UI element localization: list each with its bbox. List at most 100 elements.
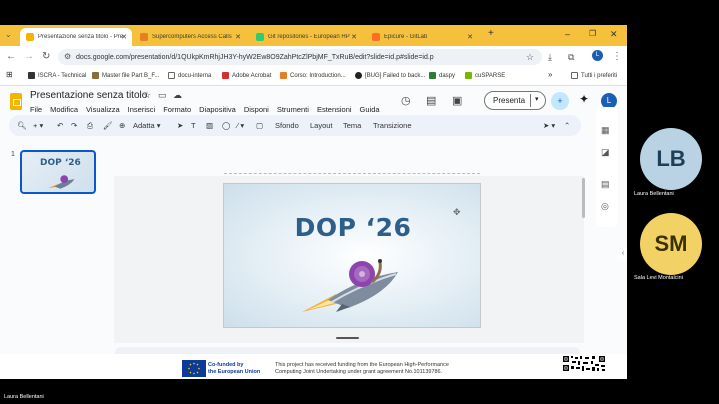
close-tab-icon[interactable]: ✕: [467, 33, 473, 41]
bookmark-item[interactable]: [BUG] Failed to back...: [355, 72, 425, 79]
back-arrow-icon[interactable]: ←: [6, 51, 16, 63]
tab-search-icon[interactable]: ⌄: [5, 29, 12, 41]
minimize-icon[interactable]: –: [565, 28, 570, 40]
site-info-icon[interactable]: ⚙: [64, 52, 71, 61]
close-tab-icon[interactable]: ✕: [121, 33, 127, 41]
history-icon[interactable]: ◷: [401, 94, 411, 107]
calendar-icon[interactable]: ▦: [601, 125, 610, 136]
funding-line-2: Computing Joint Undertaking under grant …: [275, 369, 443, 375]
comment-icon[interactable]: ▢: [256, 120, 263, 131]
undo-icon[interactable]: ↶: [57, 120, 63, 131]
pointer-mode-icon[interactable]: ➤ ▾: [543, 120, 555, 131]
download-icon[interactable]: ⤓: [548, 51, 552, 63]
google-slides-logo[interactable]: [10, 93, 22, 110]
close-window-icon[interactable]: ✕: [610, 28, 618, 40]
paint-format-icon[interactable]: 🖌︎: [103, 120, 113, 131]
line-icon[interactable]: ∕ ▾: [237, 120, 244, 131]
move-folder-icon[interactable]: ▭: [158, 90, 167, 101]
comments-icon[interactable]: ▤: [426, 94, 436, 107]
rocket-snail-illustration[interactable]: [302, 252, 402, 314]
print-icon[interactable]: ⎙: [87, 120, 93, 131]
bookmark-item[interactable]: Adobe Acrobat: [222, 72, 271, 79]
expand-side-panel-icon[interactable]: ‹: [617, 248, 627, 260]
profile-avatar[interactable]: L: [592, 50, 603, 61]
new-slide-icon[interactable]: + ▾: [33, 120, 43, 131]
bookmark-star-icon[interactable]: ☆: [526, 51, 534, 63]
layout-button[interactable]: Layout: [310, 120, 333, 131]
menu-arrange[interactable]: Disponi: [244, 105, 269, 114]
menu-file[interactable]: File: [30, 105, 42, 114]
menu-extensions[interactable]: Estensioni: [317, 105, 352, 114]
participant-name: Laura Bellentani: [634, 191, 674, 197]
transition-button[interactable]: Transizione: [373, 120, 412, 131]
gemini-sparkle-icon[interactable]: ✦: [579, 92, 589, 106]
close-tab-icon[interactable]: ✕: [235, 33, 241, 41]
menu-slide[interactable]: Diapositiva: [199, 105, 236, 114]
tab-git-repositories[interactable]: Git repositories - European HP ✕: [250, 28, 362, 46]
zoom-select[interactable]: Adatta ▾: [133, 120, 161, 131]
close-tab-icon[interactable]: ✕: [351, 33, 357, 41]
bookmark-item[interactable]: ISCRA - Technical: [28, 72, 86, 79]
redo-icon[interactable]: ↷: [71, 120, 77, 131]
menu-tools[interactable]: Strumenti: [277, 105, 309, 114]
menu-insert[interactable]: Inserisci: [128, 105, 156, 114]
apps-grid-icon[interactable]: ⊞: [6, 70, 13, 79]
participant-avatar-lb[interactable]: LB: [640, 128, 702, 190]
reload-icon[interactable]: ↻: [42, 51, 50, 63]
bookmark-item[interactable]: docu-interna: [168, 72, 211, 79]
image-icon[interactable]: ▨: [206, 120, 213, 131]
collapse-toolbar-icon[interactable]: ⌃: [564, 120, 570, 131]
theme-button[interactable]: Tema: [343, 120, 361, 131]
document-title[interactable]: Presentazione senza titolo: [30, 90, 147, 101]
menu-view[interactable]: Visualizza: [86, 105, 120, 114]
presenter-name: Laura Bellentani: [4, 394, 44, 400]
all-bookmarks-button[interactable]: Tutti i preferiti: [571, 72, 617, 79]
slide-thumbnail[interactable]: DOP ‘26: [20, 150, 96, 194]
present-button[interactable]: Presenta ▾: [484, 91, 546, 110]
forward-arrow-icon[interactable]: →: [24, 51, 34, 63]
maps-icon[interactable]: ◎: [601, 201, 609, 212]
new-tab-button[interactable]: +: [488, 28, 494, 40]
meet-camera-icon[interactable]: ▣: [452, 94, 462, 107]
url-input[interactable]: ⚙ docs.google.com/presentation/d/1QUkpKm…: [58, 49, 542, 65]
zoom-icon[interactable]: ⊕: [119, 120, 125, 131]
shape-icon[interactable]: ◯: [222, 120, 230, 131]
star-icon[interactable]: ☆: [143, 90, 151, 101]
background-button[interactable]: Sfondo: [275, 120, 299, 131]
bookmark-item[interactable]: daspy: [429, 72, 455, 79]
cloud-saved-icon[interactable]: ☁: [173, 90, 182, 101]
text-box-icon[interactable]: T: [191, 120, 196, 131]
chevron-down-icon[interactable]: ▾: [535, 95, 539, 103]
bookmark-label: docu-interna: [178, 72, 212, 79]
select-cursor-icon[interactable]: ➤: [177, 120, 183, 131]
slide-title[interactable]: DOP ‘26: [224, 213, 480, 242]
bookmark-item[interactable]: Master file Part B_F...: [92, 72, 159, 79]
tab-supercomputers[interactable]: Supercomputers Access Calls ✕: [134, 28, 246, 46]
menu-help[interactable]: Guida: [360, 105, 380, 114]
extensions-icon[interactable]: ⧉: [568, 51, 574, 63]
vertical-scrollbar[interactable]: [582, 178, 585, 218]
nvidia-icon: [465, 72, 472, 79]
bookmark-item[interactable]: cuSPARSE: [465, 72, 505, 79]
slide-canvas[interactable]: DOP ‘26 ✥: [223, 183, 481, 328]
tab-presentation[interactable]: Presentazione senza titolo - Pre ✕: [20, 28, 132, 46]
share-add-person-icon[interactable]: +: [551, 92, 569, 110]
folder-icon: [571, 72, 578, 79]
tab-epicure-gitlab[interactable]: Epicure - GitLab ✕: [366, 28, 478, 46]
cofunded-line-2: the European Union: [208, 369, 261, 375]
bookmark-label: Corso: Introduction...: [290, 72, 346, 79]
browser-menu-icon[interactable]: ⋮: [612, 51, 622, 63]
move-cursor-icon: ✥: [453, 207, 461, 217]
bookmark-item[interactable]: Corso: Introduction...: [280, 72, 346, 79]
search-menus-icon[interactable]: 🔍︎: [17, 120, 27, 131]
bookmark-label: cuSPARSE: [475, 72, 506, 79]
menu-edit[interactable]: Modifica: [50, 105, 78, 114]
horizontal-scrollbar[interactable]: [336, 337, 359, 339]
browser-tab-bar: ⌄ Presentazione senza titolo - Pre ✕ Sup…: [0, 25, 627, 46]
menu-format[interactable]: Formato: [163, 105, 191, 114]
keep-icon[interactable]: ◪: [601, 147, 610, 158]
participant-avatar-sm[interactable]: SM: [640, 213, 702, 275]
restore-icon[interactable]: ❐: [589, 28, 596, 40]
tasks-icon[interactable]: ▤: [601, 179, 610, 190]
more-bookmarks-button[interactable]: »: [548, 70, 552, 79]
